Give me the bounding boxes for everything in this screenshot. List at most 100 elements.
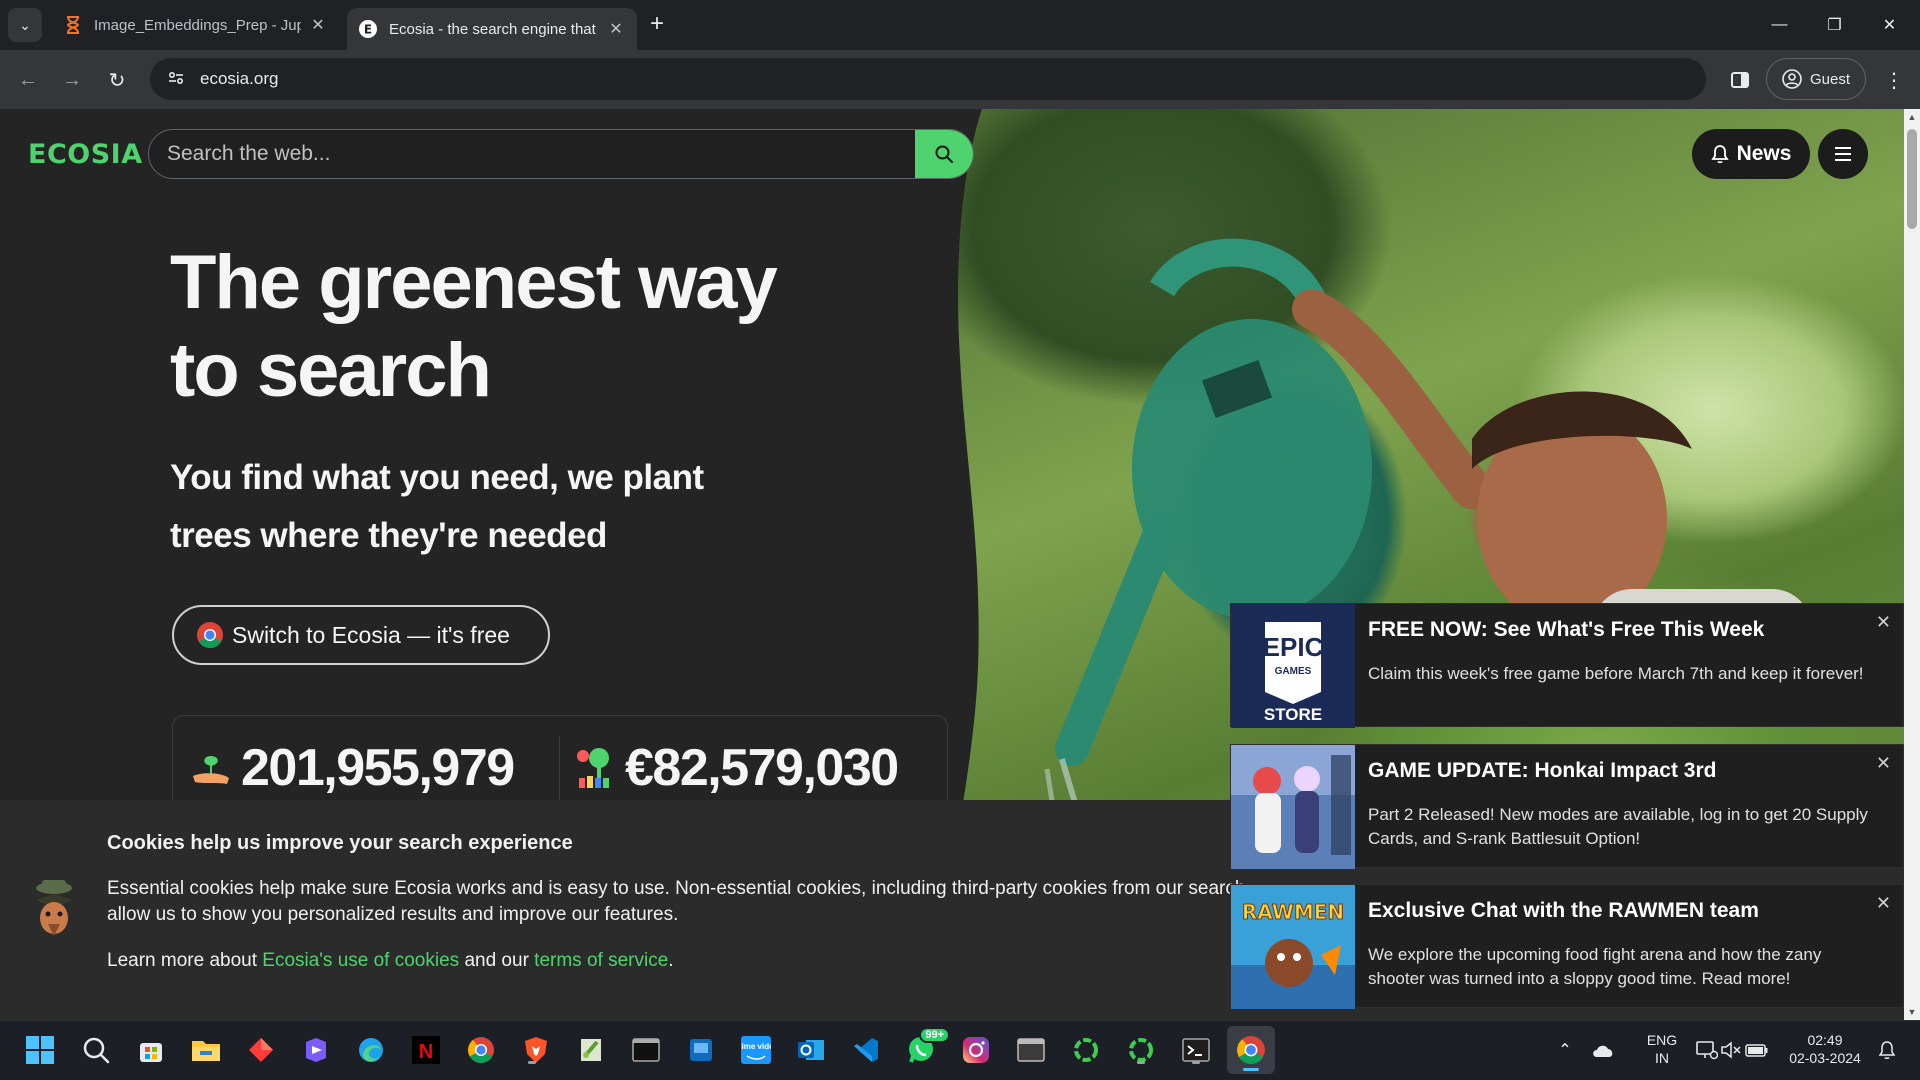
- profile-button[interactable]: Guest: [1766, 58, 1866, 100]
- news-button[interactable]: News: [1692, 129, 1810, 179]
- epic-logo-games: GAMES: [1275, 666, 1312, 677]
- vscode-icon[interactable]: [849, 1033, 883, 1067]
- terminal-icon[interactable]: [629, 1033, 663, 1067]
- netflix-letter: N: [419, 1041, 433, 1063]
- close-window-button[interactable]: ✕: [1862, 0, 1917, 50]
- cookie-body: Essential cookies help make sure Ecosia …: [107, 878, 1246, 925]
- search-icon[interactable]: [79, 1033, 113, 1067]
- chrome-icon[interactable]: [464, 1033, 498, 1067]
- switch-button-label: Switch to Ecosia — it's free: [232, 621, 510, 648]
- search-input[interactable]: [167, 130, 887, 178]
- jupyter-hourglass-icon: [64, 16, 82, 34]
- url-text: ecosia.org: [200, 69, 279, 88]
- subheadline-line: You find what you need, we plant: [170, 458, 704, 497]
- tray-overflow-icon[interactable]: ⌃: [1548, 1033, 1582, 1067]
- onedrive-cloud-icon[interactable]: [1586, 1033, 1620, 1067]
- tab-close-icon[interactable]: ✕: [607, 19, 625, 39]
- clock-time: 02:49: [1807, 1032, 1843, 1048]
- back-button[interactable]: ←: [14, 66, 42, 94]
- search-button[interactable]: [915, 130, 973, 178]
- file-explorer-icon[interactable]: [189, 1033, 223, 1067]
- page-scrollbar[interactable]: ▲ ▼: [1904, 109, 1920, 1020]
- outlook-icon[interactable]: [794, 1033, 828, 1067]
- cookie-learn-prefix: Learn more about: [107, 950, 263, 971]
- side-panel-icon: [1731, 72, 1749, 88]
- chrome-active-icon[interactable]: [1227, 1026, 1275, 1074]
- tab-close-icon[interactable]: ✕: [309, 15, 327, 35]
- restore-button[interactable]: ❐: [1807, 0, 1862, 50]
- scroll-thumb[interactable]: [1907, 129, 1917, 229]
- netflix-icon[interactable]: N: [409, 1033, 443, 1067]
- scroll-down-arrow-icon[interactable]: ▼: [1904, 1004, 1920, 1020]
- search-icon: [935, 145, 953, 163]
- edge-icon[interactable]: [354, 1033, 388, 1067]
- tab-ecosia[interactable]: E Ecosia - the search engine that plants…: [347, 8, 637, 50]
- browser-menu-button[interactable]: ⋮: [1882, 66, 1906, 94]
- tab-title: Image_Embeddings_Prep - Jupyter: [94, 16, 301, 34]
- app-red-diamond-icon[interactable]: [244, 1033, 278, 1067]
- tab-jupyter[interactable]: Image_Embeddings_Prep - Jupyter ✕: [52, 8, 339, 42]
- brave-icon[interactable]: [519, 1033, 553, 1067]
- whatsapp-icon[interactable]: 99+: [904, 1027, 950, 1067]
- active-indicator: [1243, 1068, 1259, 1071]
- close-icon[interactable]: ✕: [1876, 893, 1891, 914]
- bell-icon: [1710, 145, 1729, 164]
- reload-button[interactable]: ↻: [103, 66, 131, 94]
- clock-date: 02-03-2024: [1789, 1050, 1861, 1066]
- tab-search-button[interactable]: ⌄: [8, 8, 42, 42]
- close-icon[interactable]: ✕: [1876, 753, 1891, 774]
- app-blue-icon[interactable]: [684, 1033, 718, 1067]
- profile-label: Guest: [1809, 70, 1851, 88]
- headline: The greenest way to search: [170, 239, 790, 415]
- honkai-characters-art: [1231, 745, 1355, 869]
- app-green-ring2-icon[interactable]: [1124, 1033, 1158, 1067]
- chrome-logo-icon: [197, 622, 223, 649]
- trees-planted-stat: 201,955,979: [191, 738, 515, 798]
- browser-toolbar: ← → ↻ ecosia.org Guest ⋮: [0, 50, 1920, 109]
- scroll-up-arrow-icon[interactable]: ▲: [1904, 109, 1920, 125]
- windows-start-icon[interactable]: [23, 1033, 57, 1067]
- notification-bell-icon[interactable]: [1870, 1033, 1904, 1067]
- switch-to-ecosia-button[interactable]: Switch to Ecosia — it's free: [172, 605, 550, 665]
- app-window-icon[interactable]: [1014, 1033, 1048, 1067]
- close-icon[interactable]: ✕: [1876, 612, 1891, 633]
- cookie-learn-mid: and our: [459, 950, 535, 971]
- app-purple-icon[interactable]: [299, 1033, 333, 1067]
- notification-honkai-update[interactable]: GAME UPDATE: Honkai Impact 3rd Part 2 Re…: [1230, 744, 1904, 869]
- trees-planted-value: 201,955,979: [241, 739, 515, 797]
- search-box: [148, 129, 974, 179]
- address-bar[interactable]: ecosia.org: [150, 58, 1706, 100]
- cookies-policy-link[interactable]: Ecosia's use of cookies: [262, 950, 459, 971]
- profile-icon: [1782, 69, 1802, 89]
- side-panel-button[interactable]: [1726, 66, 1754, 94]
- app-green-ring-icon[interactable]: [1069, 1033, 1103, 1067]
- new-tab-button[interactable]: +: [650, 10, 664, 38]
- cookie-title: Cookies help us improve your search expe…: [107, 832, 573, 854]
- running-indicator: [528, 1061, 536, 1064]
- clock[interactable]: 02:49 02-03-2024: [1782, 1031, 1868, 1067]
- ecosia-logo[interactable]: ECOSIA: [28, 139, 143, 170]
- instagram-icon[interactable]: [959, 1033, 993, 1067]
- terminal2-icon[interactable]: [1179, 1033, 1213, 1067]
- cookie-learn-suffix: .: [668, 950, 674, 971]
- battery-charging-icon[interactable]: [1740, 1033, 1774, 1067]
- subheadline-line: trees where they're needed: [170, 516, 607, 555]
- notification-text: Claim this week's free game before March…: [1368, 664, 1864, 683]
- hamburger-icon: [1835, 147, 1851, 161]
- rawmen-logo: RAWMEN: [1242, 900, 1344, 924]
- language-indicator[interactable]: ENG IN: [1640, 1031, 1684, 1067]
- forward-button[interactable]: →: [58, 66, 86, 94]
- terms-of-service-link[interactable]: terms of service: [534, 950, 668, 971]
- notepad-plus-icon[interactable]: [574, 1033, 608, 1067]
- prime-video-icon[interactable]: prime video: [739, 1033, 773, 1067]
- notification-title: FREE NOW: See What's Free This Week: [1368, 618, 1765, 641]
- tab-title: Ecosia - the search engine that plants t…: [389, 20, 599, 38]
- epic-logo-word: EPIC: [1263, 632, 1324, 662]
- prime-label: prime video: [741, 1042, 771, 1051]
- notification-epic-free-games[interactable]: EPIC GAMES STORE FREE NOW: See What's Fr…: [1230, 603, 1904, 728]
- minimize-button[interactable]: —: [1752, 0, 1807, 50]
- microsoft-store-icon[interactable]: [134, 1033, 168, 1067]
- site-info-icon[interactable]: [156, 71, 196, 88]
- notification-rawmen-chat[interactable]: RAWMEN Exclusive Chat with the RAWMEN te…: [1230, 884, 1904, 1009]
- main-menu-button[interactable]: [1818, 129, 1868, 179]
